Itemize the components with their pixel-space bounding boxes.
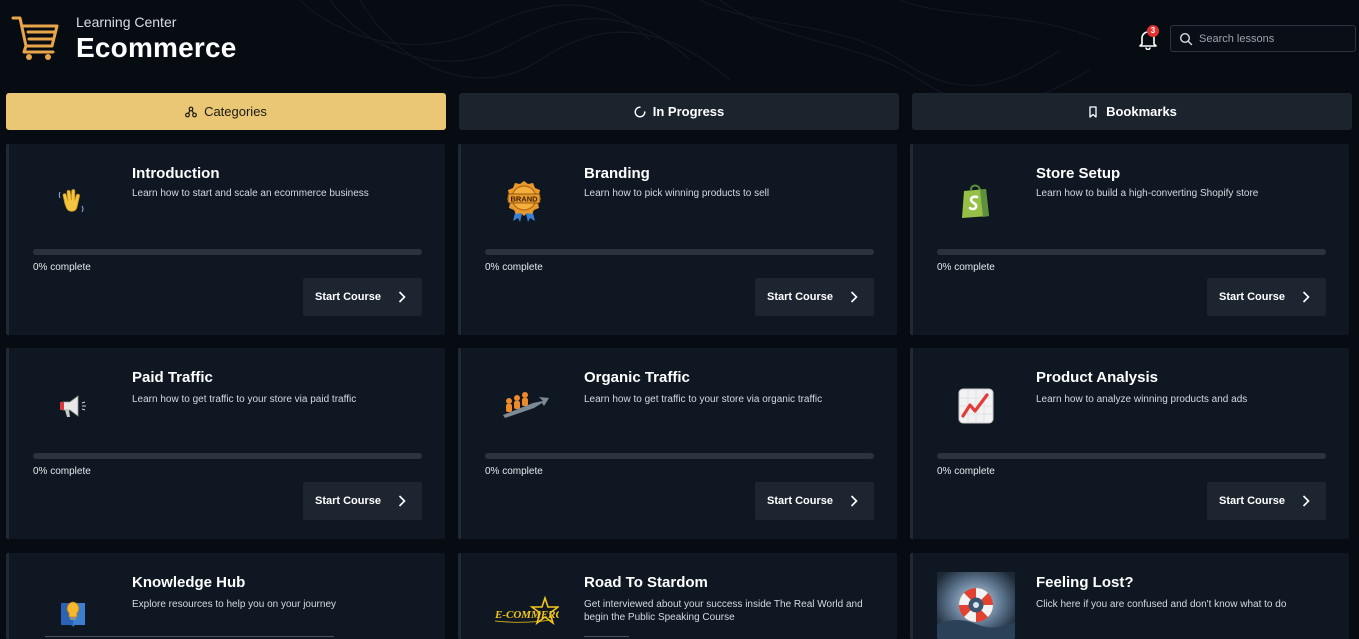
course-description: Learn how to pick winning products to se… xyxy=(584,188,770,199)
course-description: Learn how to start and scale an ecommerc… xyxy=(132,188,369,199)
progress-bar xyxy=(485,249,874,255)
start-course-button[interactable]: Start Course xyxy=(1207,278,1326,316)
course-description: Learn how to build a high-converting Sho… xyxy=(1036,188,1259,199)
button-label: Start Course xyxy=(767,495,834,507)
button-label: Start Course xyxy=(1219,291,1286,303)
course-title: Paid Traffic xyxy=(132,369,213,386)
progress-bar xyxy=(33,249,422,255)
button-label: Start Course xyxy=(767,291,834,303)
start-course-button[interactable]: Start Course xyxy=(1207,482,1326,520)
tab-categories[interactable]: Categories xyxy=(6,93,446,130)
tab-label: Bookmarks xyxy=(1106,104,1177,119)
megaphone-icon xyxy=(49,383,95,429)
section-kicker: Learning Center xyxy=(76,14,177,30)
progress-label: 0% complete xyxy=(33,262,91,273)
start-course-button[interactable]: Start Course xyxy=(303,278,422,316)
divider xyxy=(584,636,629,637)
course-title: Introduction xyxy=(132,165,220,182)
course-title: Road To Stardom xyxy=(584,574,708,591)
search-box[interactable] xyxy=(1170,25,1356,52)
button-label: Start Course xyxy=(1219,495,1286,507)
chevron-right-icon xyxy=(398,495,406,507)
progress-bar xyxy=(33,453,422,459)
chevron-right-icon xyxy=(1302,495,1310,507)
lightbulb-book-icon xyxy=(55,595,91,631)
notification-badge: 3 xyxy=(1147,25,1159,37)
ecommerce-star-logo: E-COMMERCE xyxy=(491,595,561,631)
course-card-road-to-stardom[interactable]: E-COMMERCE Road To Stardom Get interview… xyxy=(458,553,897,639)
network-icon xyxy=(185,106,197,117)
tab-in-progress[interactable]: In Progress xyxy=(459,93,899,130)
header: Learning Center Ecommerce 3 xyxy=(0,0,1359,90)
course-title: Feeling Lost? xyxy=(1036,574,1134,591)
bookmark-icon xyxy=(1089,105,1097,118)
waving-hand-icon xyxy=(49,178,95,224)
course-title: Branding xyxy=(584,165,650,182)
tab-label: Categories xyxy=(204,104,267,119)
progress-bar xyxy=(937,249,1326,255)
course-description: Learn how to get traffic to your store v… xyxy=(132,394,357,405)
divider xyxy=(45,636,334,637)
course-title: Store Setup xyxy=(1036,165,1121,182)
course-description: Explore resources to help you on your jo… xyxy=(132,599,337,610)
search-icon xyxy=(1179,32,1193,46)
lifebuoy-image xyxy=(937,572,1015,639)
search-input[interactable] xyxy=(1199,26,1353,51)
spinner-icon xyxy=(634,106,646,117)
progress-label: 0% complete xyxy=(485,466,543,477)
progress-bar xyxy=(937,453,1326,459)
course-description: Learn how to get traffic to your store v… xyxy=(584,394,823,405)
button-label: Start Course xyxy=(315,495,382,507)
start-course-button[interactable]: Start Course xyxy=(755,482,874,520)
course-card-introduction[interactable]: Introduction Learn how to start and scal… xyxy=(6,144,445,335)
chevron-right-icon xyxy=(398,291,406,303)
chevron-right-icon xyxy=(850,291,858,303)
course-title: Organic Traffic xyxy=(584,369,690,386)
course-card-organic-traffic[interactable]: Organic Traffic Learn how to get traffic… xyxy=(458,348,897,539)
course-card-knowledge-hub[interactable]: Knowledge Hub Explore resources to help … xyxy=(6,553,445,639)
course-title: Knowledge Hub xyxy=(132,574,246,591)
course-card-feeling-lost[interactable]: Feeling Lost? Click here if you are conf… xyxy=(910,553,1349,639)
shopify-bag-icon xyxy=(953,178,999,224)
course-card-product-analysis[interactable]: Product Analysis Learn how to analyze wi… xyxy=(910,348,1349,539)
course-card-branding[interactable]: BRAND Branding Learn how to pick winning… xyxy=(458,144,897,335)
course-description: Get interviewed about your success insid… xyxy=(584,599,863,623)
course-title: Product Analysis xyxy=(1036,369,1158,386)
page-title: Ecommerce xyxy=(76,32,237,63)
shopping-cart-icon xyxy=(11,16,59,60)
logo-text: E-COMMERCE xyxy=(494,609,559,621)
tab-bookmarks[interactable]: Bookmarks xyxy=(912,93,1352,130)
progress-label: 0% complete xyxy=(485,262,543,273)
progress-label: 0% complete xyxy=(937,262,995,273)
chevron-right-icon xyxy=(1302,291,1310,303)
chevron-right-icon xyxy=(850,495,858,507)
course-card-store-setup[interactable]: Store Setup Learn how to build a high-co… xyxy=(910,144,1349,335)
tab-label: In Progress xyxy=(652,104,725,119)
start-course-button[interactable]: Start Course xyxy=(755,278,874,316)
progress-bar xyxy=(485,453,874,459)
course-description: Learn how to analyze winning products an… xyxy=(1036,394,1248,405)
progress-label: 0% complete xyxy=(33,466,91,477)
people-growth-icon xyxy=(499,382,551,428)
chart-up-icon xyxy=(953,383,999,429)
brand-badge-icon: BRAND xyxy=(501,178,547,224)
brand-badge-text: BRAND xyxy=(510,194,538,203)
course-card-paid-traffic[interactable]: Paid Traffic Learn how to get traffic to… xyxy=(6,348,445,539)
button-label: Start Course xyxy=(315,291,382,303)
course-description: Click here if you are confused and don't… xyxy=(1036,599,1287,610)
start-course-button[interactable]: Start Course xyxy=(303,482,422,520)
progress-label: 0% complete xyxy=(937,466,995,477)
